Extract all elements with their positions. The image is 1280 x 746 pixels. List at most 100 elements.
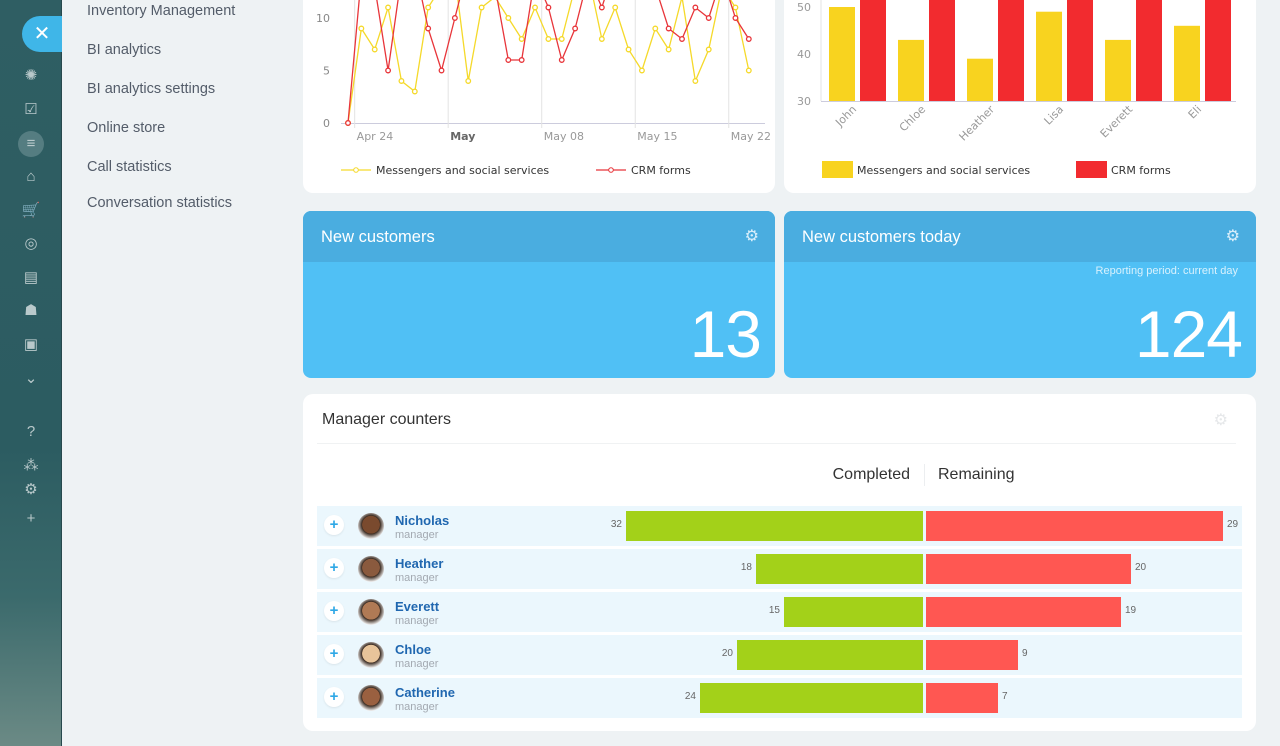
column-remaining: Remaining [938, 466, 1015, 483]
data-point [478, 4, 485, 11]
data-point [532, 4, 538, 11]
x-tick-label: Everett [1098, 102, 1136, 140]
gear-icon[interactable]: ⚙ [745, 211, 759, 263]
expand-plus-icon[interactable]: + [324, 515, 344, 535]
bank-icon[interactable]: ⌂ [18, 164, 44, 190]
expand-plus-icon[interactable]: + [324, 558, 344, 578]
data-point [438, 67, 445, 74]
y-tick-label: 10 [316, 12, 330, 25]
data-point [451, 15, 458, 21]
x-tick-label: Eli [1186, 103, 1204, 121]
series-line [347, 0, 750, 124]
settings-icon[interactable]: ⚙ [18, 477, 44, 503]
avatar [358, 642, 384, 668]
completed-bar [756, 554, 923, 584]
remaining-bar [926, 554, 1131, 584]
expand-plus-icon[interactable]: + [324, 687, 344, 707]
manager-name[interactable]: Everett [395, 599, 439, 614]
completed-bar [626, 511, 923, 541]
legend-swatch [822, 161, 853, 178]
manager-role: manager [395, 529, 439, 541]
submenu: Inventory Management BI analytics BI analy… [62, 0, 290, 746]
close-icon[interactable]: ✕ [22, 16, 62, 52]
manager-row: + Everett manager 15 19 [317, 592, 1242, 632]
bar [860, 0, 886, 101]
more-chevron-icon[interactable]: ⌄ [18, 366, 44, 392]
data-point [411, 88, 418, 95]
avatar [358, 599, 384, 625]
completed-value: 18 [740, 562, 752, 573]
x-tick-label: May 08 [544, 130, 584, 143]
company-pulse-icon[interactable]: ✺ [18, 63, 44, 89]
data-point [385, 67, 392, 74]
data-point [638, 67, 645, 74]
target-icon[interactable]: ◎ [18, 231, 44, 257]
y-tick-label: 40 [797, 48, 811, 61]
x-tick-label: Apr 24 [357, 130, 394, 143]
completed-bar [737, 640, 923, 670]
bar [898, 39, 924, 101]
data-point [558, 57, 565, 63]
data-point [371, 46, 378, 53]
menu-item[interactable]: Call statistics [87, 159, 172, 175]
legend-label: Messengers and social services [376, 164, 549, 177]
bar [1105, 39, 1131, 101]
data-point [612, 4, 619, 11]
x-tick-label: Heather [957, 103, 998, 144]
data-point [692, 4, 699, 11]
data-point [625, 46, 632, 53]
structure-icon[interactable]: ⁂ [18, 453, 44, 479]
add-icon[interactable]: + [18, 506, 44, 532]
data-point [398, 78, 405, 84]
legend-marker [608, 167, 614, 173]
menu-item[interactable]: Conversation statistics [87, 195, 232, 211]
menu-item[interactable]: BI analytics [87, 42, 161, 58]
gear-icon[interactable]: ⚙ [1226, 211, 1240, 263]
manager-name[interactable]: Chloe [395, 642, 431, 657]
new-customers-today-widget: New customers today ⚙ Reporting period: c… [784, 211, 1256, 378]
menu-item[interactable]: BI analytics settings [87, 81, 215, 97]
data-point [665, 25, 672, 32]
crm-funnel-icon[interactable]: ≡ [18, 131, 44, 157]
widget-value: 124 [1134, 297, 1243, 371]
shop-cart-icon[interactable]: 🛒 [18, 198, 44, 224]
expand-plus-icon[interactable]: + [324, 644, 344, 664]
column-completed: Completed [832, 466, 910, 483]
completed-bar [784, 597, 923, 627]
bar [929, 0, 955, 101]
robot-icon[interactable]: ☗ [18, 298, 44, 324]
remaining-bar [926, 640, 1018, 670]
data-point [692, 78, 699, 84]
line-chart: 0 5 10 Apr 24 May May 08 May 15 May 22 Messenger… [316, 0, 771, 177]
remaining-value: 7 [1002, 691, 1008, 702]
contact-card-icon[interactable]: ▤ [18, 265, 44, 291]
x-tick-label: Lisa [1042, 103, 1067, 128]
data-point [425, 25, 432, 32]
x-tick-label: John [832, 103, 859, 130]
data-point [572, 25, 579, 32]
menu-item[interactable]: Online store [87, 120, 165, 136]
expand-plus-icon[interactable]: + [324, 601, 344, 621]
data-point [425, 4, 432, 11]
data-point [505, 57, 512, 63]
data-point [385, 4, 392, 11]
manager-name[interactable]: Heather [395, 556, 443, 571]
x-tick-label: May 15 [637, 130, 677, 143]
divider [317, 443, 1236, 444]
y-tick-label: 50 [797, 1, 811, 14]
data-point [518, 57, 525, 63]
data-point [545, 4, 552, 11]
help-icon[interactable]: ? [18, 419, 44, 445]
manager-name[interactable]: Nicholas [395, 513, 449, 528]
bar [829, 7, 855, 101]
tasks-icon[interactable]: ☑ [18, 97, 44, 123]
gear-icon[interactable]: ⚙ [1214, 410, 1228, 430]
remaining-bar [926, 511, 1223, 541]
avatar [358, 513, 384, 539]
manager-row: + Catherine manager 24 7 [317, 678, 1242, 718]
data-point [705, 46, 712, 53]
manager-name[interactable]: Catherine [395, 685, 455, 700]
menu-item[interactable]: Inventory Management [87, 3, 235, 19]
box-icon[interactable]: ▣ [18, 332, 44, 358]
data-point [598, 4, 605, 11]
